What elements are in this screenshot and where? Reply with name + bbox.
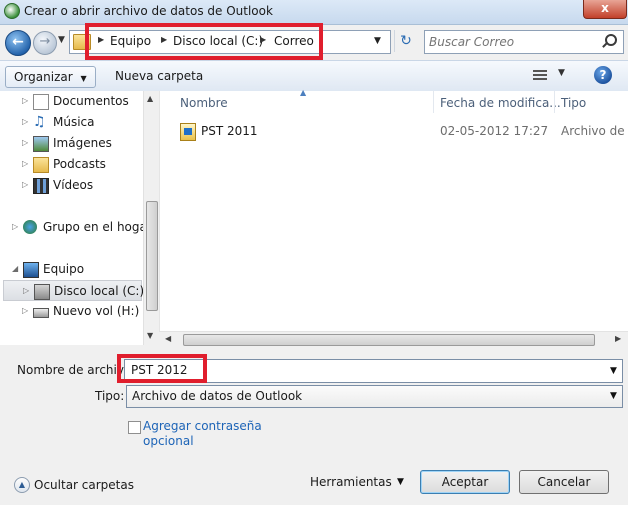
search-icon[interactable] (605, 34, 617, 46)
column-divider[interactable] (433, 91, 434, 113)
music-icon: ♫ (33, 114, 46, 130)
recent-pages-dropdown[interactable]: ▼ (58, 35, 65, 45)
address-row: ← → ▼ ▶ Equipo ▶ Disco local (C:) ▶ Corr… (0, 23, 628, 60)
expand-arrow-icon[interactable]: ▷ (12, 222, 18, 231)
scroll-up-arrow-icon[interactable]: ▲ (147, 94, 153, 103)
column-header-date[interactable]: Fecha de modifica... (440, 96, 561, 110)
scroll-right-arrow-icon[interactable]: ▶ (615, 334, 621, 343)
expand-arrow-icon[interactable]: ▷ (22, 138, 28, 147)
nav-item-imagenes[interactable]: ▷ Imágenes (0, 133, 142, 154)
expand-arrow-icon[interactable]: ▷ (22, 159, 28, 168)
nav-item-musica[interactable]: ▷ ♫ Música (0, 112, 142, 133)
tools-menu[interactable]: Herramientas (310, 475, 392, 489)
title-bar: Crear o abrir archivo de datos de Outloo… (0, 0, 628, 25)
add-password-link[interactable]: Agregar contraseña opcional (143, 419, 263, 449)
back-button[interactable]: ← (5, 30, 31, 56)
nav-label: Nuevo vol (H:) (53, 304, 140, 318)
chevron-up-icon[interactable]: ▲ (14, 477, 30, 493)
expand-arrow-icon[interactable]: ▷ (22, 180, 28, 189)
file-name: PST 2011 (201, 124, 258, 138)
type-select[interactable]: Archivo de datos de Outlook ▼ (126, 385, 623, 408)
column-divider[interactable] (554, 91, 555, 113)
highlight-box-address (85, 23, 323, 60)
nav-label: Grupo en el hogar (43, 220, 152, 234)
drive-icon (34, 284, 50, 300)
documents-icon (33, 94, 49, 110)
type-label: Tipo: (95, 389, 125, 403)
nav-label: Documentos (53, 94, 129, 108)
chevron-down-icon[interactable]: ▼ (610, 391, 617, 401)
accept-button[interactable]: Aceptar (420, 470, 510, 494)
nav-item-documentos[interactable]: ▷ Documentos (0, 91, 142, 112)
nav-label: Vídeos (53, 178, 94, 192)
password-checkbox[interactable] (128, 421, 141, 434)
videos-icon (33, 178, 49, 194)
forward-button[interactable]: → (33, 31, 57, 55)
scroll-thumb[interactable] (183, 334, 595, 346)
pst-file-icon (180, 123, 196, 141)
address-dropdown-arrow[interactable]: ▼ (374, 36, 381, 46)
nav-label: Música (53, 115, 95, 129)
search-box[interactable] (424, 30, 624, 54)
view-options-dropdown[interactable]: ▼ (558, 68, 565, 78)
file-list-horizontal-scrollbar[interactable]: ◀ ▶ (159, 331, 628, 347)
organize-button[interactable]: Organizar ▼ (5, 66, 96, 88)
scroll-down-arrow-icon[interactable]: ▼ (147, 331, 153, 340)
chevron-down-icon[interactable]: ▼ (610, 366, 617, 376)
file-date: 02-05-2012 17:27 (440, 124, 549, 138)
search-input[interactable] (429, 34, 599, 50)
expand-arrow-icon[interactable]: ▷ (23, 286, 29, 295)
scroll-left-arrow-icon[interactable]: ◀ (165, 334, 171, 343)
nav-item-videos[interactable]: ▷ Vídeos (0, 175, 142, 196)
expand-arrow-icon[interactable]: ▷ (22, 306, 28, 315)
close-button[interactable]: x (583, 0, 627, 19)
folder-icon (33, 157, 49, 173)
highlight-box-filename (117, 354, 207, 383)
save-dialog: Crear o abrir archivo de datos de Outloo… (0, 0, 628, 505)
cancel-button[interactable]: Cancelar (519, 470, 609, 494)
pictures-icon (33, 136, 49, 152)
refresh-icon[interactable]: ↻ (394, 30, 417, 52)
sort-ascending-icon: ▲ (300, 88, 307, 97)
command-bar: Organizar ▼ Nueva carpeta ▼ ? (0, 60, 628, 92)
tools-dropdown-icon[interactable]: ▼ (397, 477, 404, 487)
new-folder-button[interactable]: Nueva carpeta (107, 66, 211, 86)
organize-label: Organizar (14, 70, 73, 84)
expand-arrow-icon[interactable]: ▷ (22, 96, 28, 105)
column-header-type[interactable]: Tipo (561, 96, 586, 110)
homegroup-icon (23, 220, 37, 234)
change-view-icon[interactable] (533, 70, 547, 81)
column-header-name[interactable]: Nombre (180, 96, 228, 110)
navigation-pane: ▷ Documentos ▷ ♫ Música ▷ Imágenes ▷ Pod… (0, 91, 158, 345)
nav-label: Podcasts (53, 157, 106, 171)
nav-item-disco-local[interactable]: ▷ Disco local (C:) (3, 280, 145, 301)
window-title: Crear o abrir archivo de datos de Outloo… (24, 4, 273, 18)
file-type: Archivo de d (561, 124, 628, 138)
nav-item-grupo-hogar[interactable]: ▷ Grupo en el hogar (0, 217, 152, 238)
hide-folders-button[interactable]: Ocultar carpetas (34, 478, 134, 492)
type-value: Archivo de datos de Outlook (132, 389, 303, 403)
nav-label: Imágenes (53, 136, 112, 150)
computer-icon (23, 262, 39, 278)
collapse-arrow-icon[interactable]: ◢ (12, 264, 18, 273)
scroll-thumb[interactable] (146, 201, 158, 311)
outlook-app-icon (4, 3, 20, 19)
nav-label: Equipo (43, 262, 85, 276)
help-icon[interactable]: ? (594, 66, 612, 84)
nav-item-podcasts[interactable]: ▷ Podcasts (0, 154, 142, 175)
table-row[interactable]: PST 2011 02-05-2012 17:27 Archivo de d (160, 119, 628, 141)
drive-icon (33, 308, 49, 318)
file-list: ▲ Nombre Fecha de modifica... Tipo PST 2… (159, 88, 628, 331)
nav-label: Disco local (C:) (54, 284, 145, 298)
nav-scrollbar[interactable]: ▲ ▼ (143, 91, 159, 345)
expand-arrow-icon[interactable]: ▷ (22, 117, 28, 126)
nav-item-nuevo-vol[interactable]: ▷ Nuevo vol (H:) (0, 301, 142, 322)
nav-item-equipo[interactable]: ◢ Equipo (0, 259, 142, 280)
chevron-down-icon: ▼ (80, 74, 87, 83)
